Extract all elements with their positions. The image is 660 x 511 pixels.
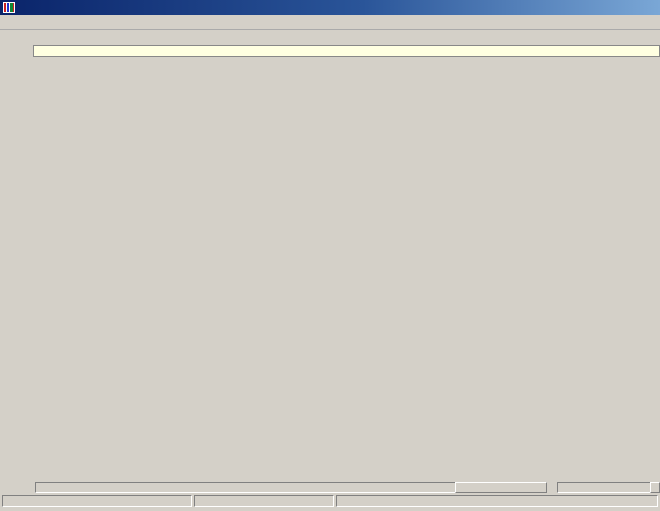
left-toolbar [0, 57, 35, 471]
title-bar [0, 0, 660, 15]
app-icon [3, 2, 15, 13]
status-help-text [2, 495, 192, 507]
quote-strip [33, 45, 660, 57]
right-toolbar [638, 57, 660, 471]
date-axis [0, 482, 660, 493]
status-spacer-panel [194, 495, 334, 507]
advanced-get-window [0, 0, 660, 507]
quote-bar [0, 45, 660, 57]
bar-counter [557, 482, 653, 493]
menu-bar [0, 15, 660, 30]
months-bar [35, 482, 457, 493]
price-chart-canvas[interactable] [35, 57, 638, 471]
quote-bar-spacer [0, 45, 33, 57]
status-page-text [336, 495, 658, 507]
chart-window [35, 57, 638, 471]
date-box[interactable] [455, 482, 547, 493]
drawing-tools-column [0, 57, 17, 471]
toolbar [0, 30, 660, 45]
status-bar [0, 493, 660, 511]
study-tabs-bar [0, 471, 660, 482]
main-area [0, 57, 660, 471]
axis-end-box [650, 482, 660, 493]
study-tools-column [17, 57, 34, 471]
